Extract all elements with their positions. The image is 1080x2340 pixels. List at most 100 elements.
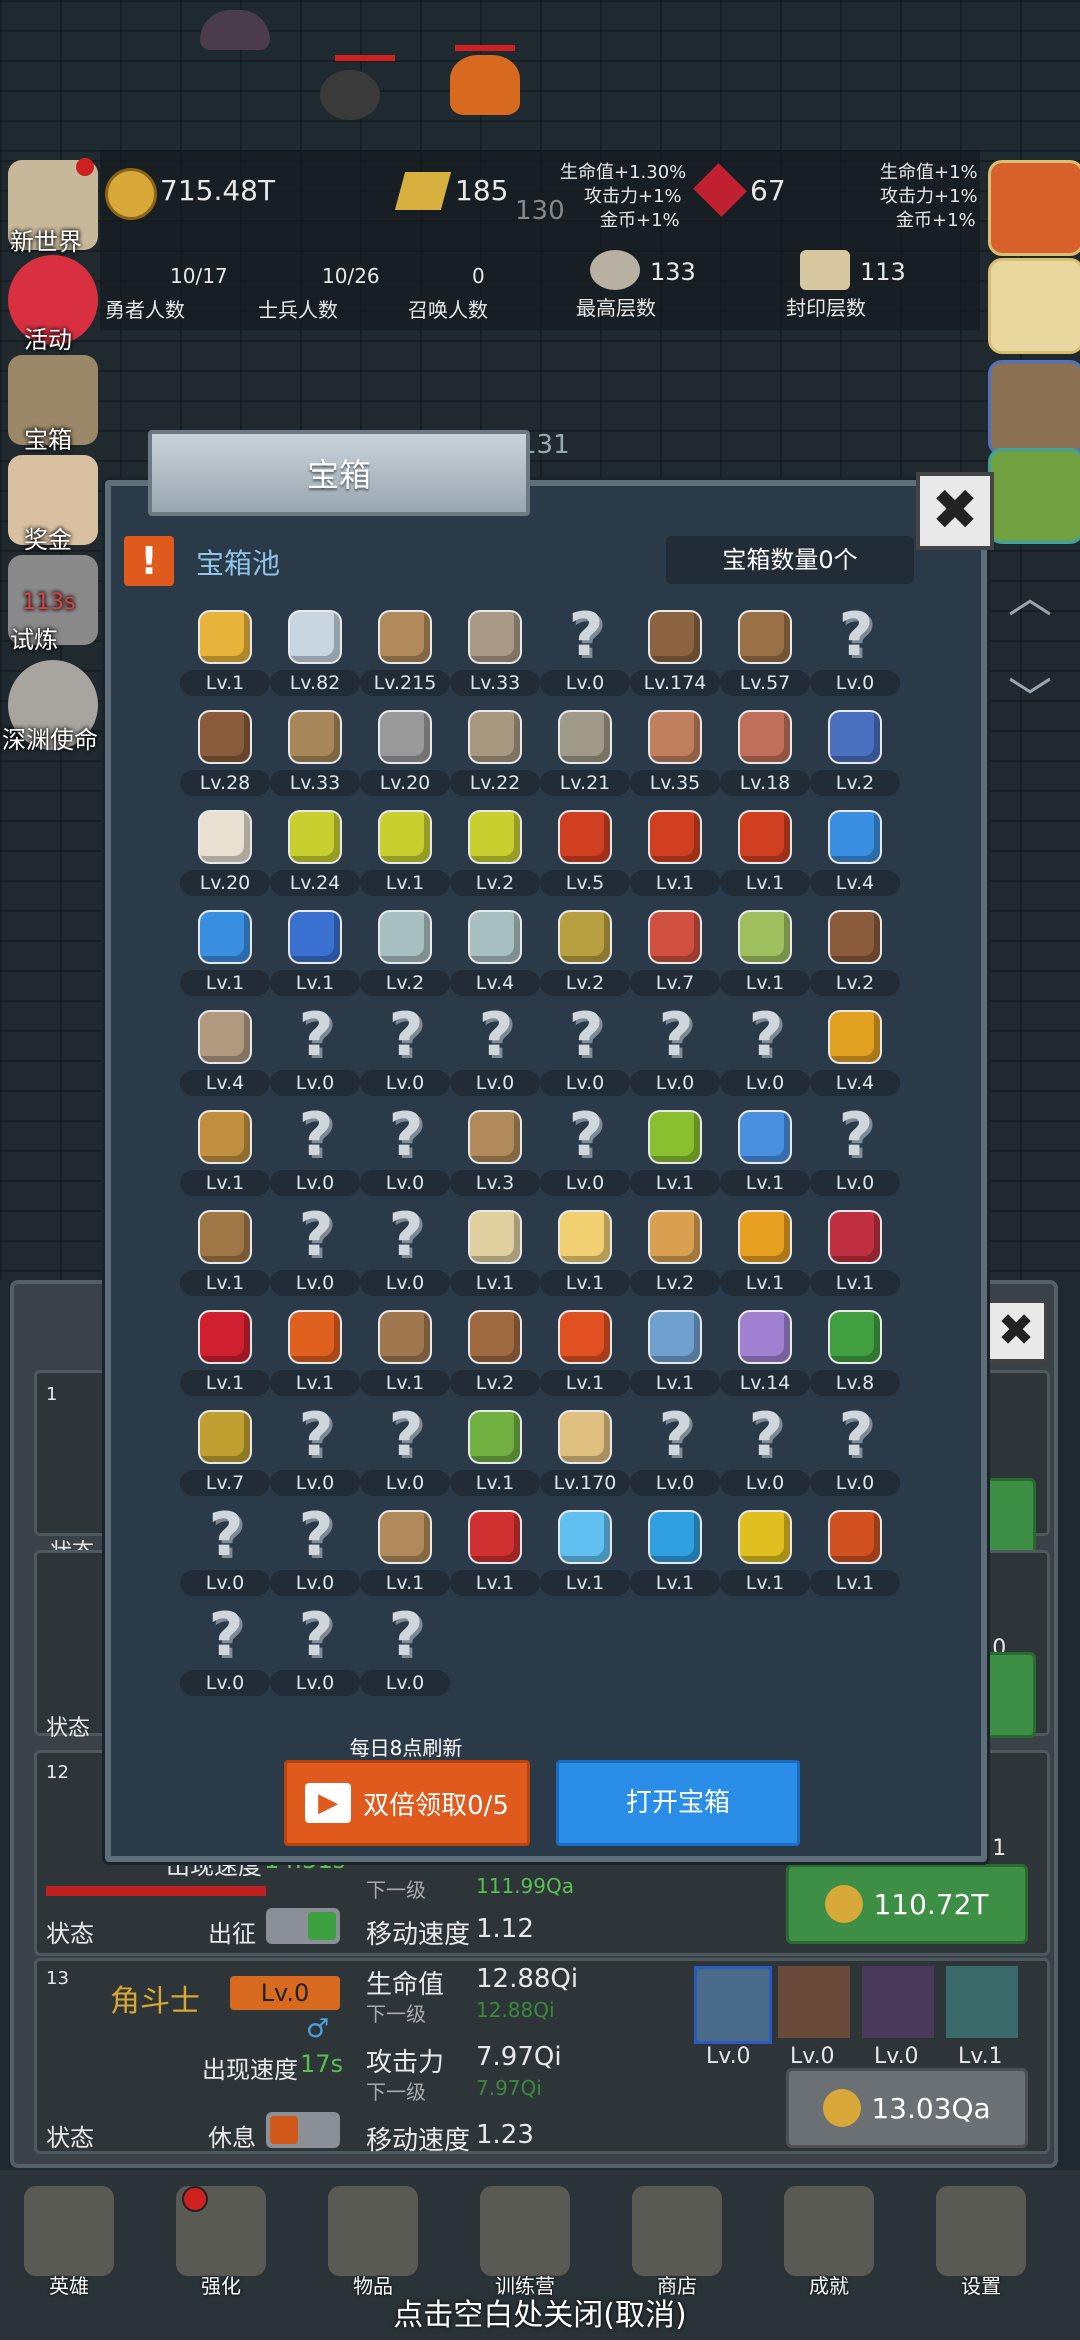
chest-item[interactable]: Lv.1 — [360, 1504, 450, 1604]
scroll-down-icon[interactable]: ﹀ — [1000, 678, 1060, 722]
chest-item[interactable]: Lv.35 — [630, 704, 720, 804]
key-icon[interactable] — [784, 2186, 874, 2276]
chest-item[interactable]: Lv.1 — [360, 804, 450, 904]
chest-item[interactable]: Lv.1 — [180, 604, 270, 704]
chest-item[interactable]: Lv.7 — [180, 1404, 270, 1504]
chest-item[interactable]: Lv.4 — [450, 904, 540, 1004]
chest-item[interactable]: ? Lv.0 — [630, 1004, 720, 1104]
chest-item[interactable]: ? Lv.0 — [810, 1104, 900, 1204]
candle-icon[interactable] — [988, 258, 1080, 354]
chest-item[interactable]: ? Lv.0 — [270, 1604, 360, 1704]
upgrade-cost-button[interactable]: 13.03Qa — [786, 2068, 1028, 2148]
scroll-up-icon[interactable]: ︿ — [1000, 576, 1060, 620]
chest-item[interactable]: ? Lv.0 — [270, 1504, 360, 1604]
side-item-trial[interactable]: 试炼 — [10, 620, 58, 655]
chest-item[interactable]: ? Lv.0 — [540, 1104, 630, 1204]
side-item-abyss[interactable]: 深渊使命 — [2, 720, 98, 755]
upgrade-cost-button[interactable]: 110.72T — [786, 1864, 1028, 1944]
side-item-new-world[interactable]: 新世界 — [10, 222, 82, 257]
chest-item[interactable]: ? Lv.0 — [630, 1404, 720, 1504]
book-icon[interactable] — [328, 2186, 418, 2276]
chest-item[interactable]: Lv.1 — [450, 1504, 540, 1604]
chest-item[interactable]: Lv.4 — [810, 1004, 900, 1104]
chest-item[interactable]: ? Lv.0 — [810, 1404, 900, 1504]
chest-item[interactable]: Lv.57 — [720, 604, 810, 704]
log-icon[interactable] — [988, 360, 1080, 456]
chest-item[interactable]: Lv.215 — [360, 604, 450, 704]
chest-item[interactable]: ? Lv.0 — [180, 1604, 270, 1704]
chest-item[interactable]: Lv.1 — [630, 804, 720, 904]
chest-item[interactable]: Lv.20 — [360, 704, 450, 804]
chest-item[interactable]: ? Lv.0 — [810, 604, 900, 704]
chest-item[interactable]: Lv.1 — [180, 1204, 270, 1304]
chest-item[interactable]: Lv.1 — [540, 1504, 630, 1604]
mode-toggle[interactable] — [266, 2112, 340, 2148]
side-item-event[interactable]: 活动 — [24, 320, 72, 355]
pumpkin-icon[interactable] — [988, 160, 1080, 256]
chest-item[interactable]: Lv.21 — [540, 704, 630, 804]
chest-item[interactable]: Lv.1 — [360, 1304, 450, 1404]
chest-item[interactable]: Lv.1 — [450, 1404, 540, 1504]
chest-item[interactable]: ? Lv.0 — [360, 1204, 450, 1304]
chest-item[interactable]: Lv.1 — [630, 1104, 720, 1204]
chest-item[interactable]: Lv.5 — [540, 804, 630, 904]
skull-icon[interactable] — [24, 2186, 114, 2276]
chest-item[interactable]: Lv.2 — [810, 704, 900, 804]
chest-item[interactable]: Lv.28 — [180, 704, 270, 804]
chest-item[interactable]: Lv.1 — [720, 1504, 810, 1604]
chest-item[interactable]: ? Lv.0 — [360, 1404, 450, 1504]
chest-item[interactable]: Lv.4 — [810, 804, 900, 904]
chest-item[interactable]: Lv.2 — [540, 904, 630, 1004]
chest-item[interactable]: ? Lv.0 — [270, 1104, 360, 1204]
chest-item[interactable]: Lv.2 — [450, 804, 540, 904]
chest-item[interactable]: Lv.1 — [720, 804, 810, 904]
open-chest-button[interactable]: 打开宝箱 — [556, 1760, 800, 1846]
chest-item[interactable]: Lv.1 — [540, 1304, 630, 1404]
chest-item[interactable]: Lv.2 — [630, 1204, 720, 1304]
chest-item[interactable]: ? Lv.0 — [540, 1004, 630, 1104]
hourglass-skill-icon[interactable] — [946, 1966, 1018, 2038]
chest-item[interactable]: ? Lv.0 — [450, 1004, 540, 1104]
chest-item[interactable]: Lv.1 — [540, 1204, 630, 1304]
chest-item[interactable]: Lv.7 — [630, 904, 720, 1004]
chest-item[interactable]: Lv.1 — [180, 1104, 270, 1204]
chest-item[interactable]: ? Lv.0 — [270, 1204, 360, 1304]
chest-item[interactable]: Lv.33 — [270, 704, 360, 804]
chest-item[interactable]: Lv.174 — [630, 604, 720, 704]
mode-toggle[interactable] — [266, 1908, 340, 1944]
chest-item[interactable]: Lv.1 — [720, 904, 810, 1004]
chest-item[interactable]: Lv.8 — [810, 1304, 900, 1404]
chest-item[interactable]: Lv.1 — [630, 1304, 720, 1404]
rune-skill-icon[interactable] — [694, 1966, 772, 2044]
close-hint[interactable]: 点击空白处关闭(取消) — [0, 2290, 1080, 2334]
chest-item[interactable]: ? Lv.0 — [720, 1004, 810, 1104]
gear-icon[interactable] — [936, 2186, 1026, 2276]
chest-item[interactable]: ? Lv.0 — [270, 1404, 360, 1504]
chest-item[interactable]: ? Lv.0 — [360, 1104, 450, 1204]
chest-item[interactable]: Lv.1 — [810, 1204, 900, 1304]
axe-skill-icon[interactable] — [778, 1966, 850, 2038]
chest-item[interactable]: Lv.1 — [270, 904, 360, 1004]
close-icon[interactable]: ✖ — [916, 472, 994, 550]
side-item-chest[interactable]: 宝箱 — [24, 420, 72, 455]
side-item-bonus[interactable]: 奖金 — [24, 520, 72, 555]
chest-item[interactable]: Lv.20 — [180, 804, 270, 904]
chest-item[interactable]: Lv.4 — [180, 1004, 270, 1104]
chest-item[interactable]: Lv.1 — [720, 1204, 810, 1304]
chest-item[interactable]: Lv.170 — [540, 1404, 630, 1504]
chest-item[interactable]: ? Lv.0 — [180, 1504, 270, 1604]
chest-item[interactable]: Lv.18 — [720, 704, 810, 804]
chest-item[interactable]: Lv.3 — [450, 1104, 540, 1204]
lantern-icon[interactable] — [480, 2186, 570, 2276]
chest-item[interactable]: ? Lv.0 — [540, 604, 630, 704]
chest-item[interactable]: ? Lv.0 — [360, 1604, 450, 1704]
chest-item[interactable]: Lv.1 — [450, 1204, 540, 1304]
hero-panel-close-icon[interactable]: ✖ — [985, 1300, 1047, 1362]
chest-item[interactable]: ? Lv.0 — [360, 1004, 450, 1104]
chest-item[interactable]: Lv.22 — [450, 704, 540, 804]
chest-item[interactable]: Lv.1 — [180, 904, 270, 1004]
chest-item[interactable]: Lv.33 — [450, 604, 540, 704]
chest-item[interactable]: Lv.82 — [270, 604, 360, 704]
chest-item[interactable]: Lv.1 — [180, 1304, 270, 1404]
chest-item[interactable]: ? Lv.0 — [720, 1404, 810, 1504]
